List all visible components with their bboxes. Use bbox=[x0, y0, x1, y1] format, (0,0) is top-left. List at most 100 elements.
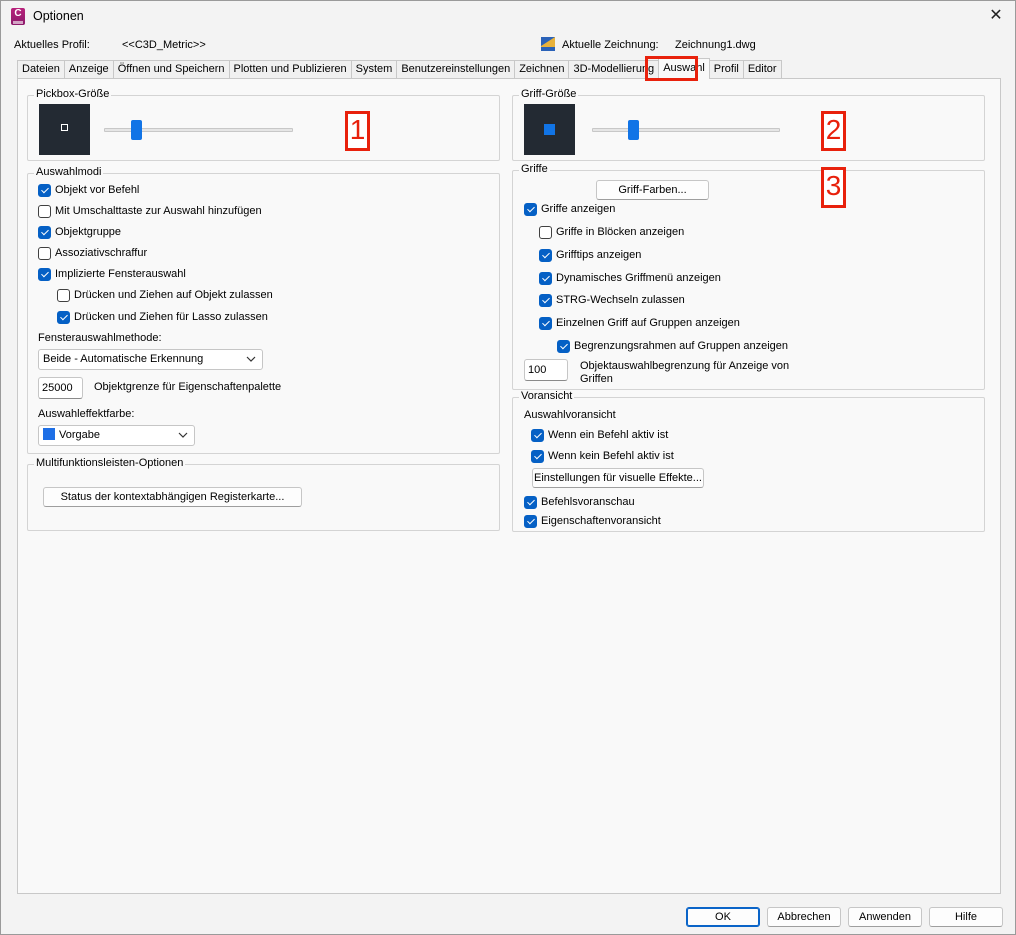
grip-preview bbox=[524, 104, 575, 155]
checkbox-label: Einzelnen Griff auf Gruppen anzeigen bbox=[556, 317, 740, 329]
marker-1: 1 bbox=[345, 111, 370, 151]
cb-druecken-ziehen-objekt[interactable]: Drücken und Ziehen auf Objekt zulassen bbox=[57, 287, 273, 303]
checkbox-label: Implizierte Fensterauswahl bbox=[55, 268, 186, 280]
color-swatch bbox=[43, 428, 55, 440]
effect-color-value: Vorgabe bbox=[59, 429, 100, 441]
checkbox[interactable] bbox=[524, 495, 537, 509]
checkbox[interactable] bbox=[524, 202, 537, 216]
cb-druecken-ziehen-lasso[interactable]: Drücken und Ziehen für Lasso zulassen bbox=[57, 309, 268, 325]
checkbox[interactable] bbox=[539, 225, 552, 239]
tab-system[interactable]: System bbox=[350, 60, 398, 79]
checkbox-label: Wenn ein Befehl aktiv ist bbox=[548, 429, 669, 441]
checkbox-label: Objektgruppe bbox=[55, 226, 122, 238]
checkbox[interactable] bbox=[531, 449, 544, 463]
window-method-select[interactable]: Beide - Automatische Erkennung bbox=[38, 349, 263, 370]
marker-3: 3 bbox=[821, 167, 846, 208]
profile-label: Aktuelles Profil: bbox=[14, 39, 90, 51]
tab-zeichnen[interactable]: Zeichnen bbox=[514, 60, 570, 79]
profile-value: <<C3D_Metric>> bbox=[122, 39, 206, 51]
drawing-icon bbox=[541, 37, 555, 51]
checkbox[interactable] bbox=[557, 339, 570, 353]
checkbox[interactable] bbox=[539, 248, 552, 262]
cb-implizierte-fensterauswahl[interactable]: Implizierte Fensterauswahl bbox=[38, 266, 186, 282]
checkbox-label: Grifftips anzeigen bbox=[556, 249, 642, 261]
effect-color-label: Auswahleffektfarbe: bbox=[38, 408, 135, 420]
tab-profil[interactable]: Profil bbox=[708, 60, 744, 79]
cb-griffe-in-bloecken[interactable]: Griffe in Blöcken anzeigen bbox=[539, 224, 684, 240]
checkbox-label: Drücken und Ziehen für Lasso zulassen bbox=[74, 311, 268, 323]
tab-dateien[interactable]: Dateien bbox=[17, 60, 65, 79]
grip-size-title: Griff-Größe bbox=[519, 88, 579, 100]
checkbox-label: Assoziativschraffur bbox=[55, 247, 148, 259]
cb-grifftips[interactable]: Grifftips anzeigen bbox=[539, 247, 641, 263]
tab-editor[interactable]: Editor bbox=[742, 60, 782, 79]
tab-anzeige[interactable]: Anzeige bbox=[63, 60, 114, 79]
pickbox-square bbox=[61, 124, 68, 131]
checkbox[interactable] bbox=[524, 514, 537, 528]
object-limit-input[interactable]: 25000 bbox=[38, 377, 83, 399]
cb-befehl-aktiv[interactable]: Wenn ein Befehl aktiv ist bbox=[531, 427, 668, 443]
checkbox[interactable] bbox=[38, 225, 51, 239]
checkbox-label: STRG-Wechseln zulassen bbox=[556, 294, 685, 306]
checkbox[interactable] bbox=[539, 271, 552, 285]
marker-2: 2 bbox=[821, 111, 846, 151]
cb-objektgruppe[interactable]: Objektgruppe bbox=[38, 224, 121, 240]
pickbox-preview bbox=[39, 104, 90, 155]
cb-objekt-vor-befehl[interactable]: Objekt vor Befehl bbox=[38, 182, 139, 198]
grip-limit-input[interactable]: 100 bbox=[524, 359, 568, 381]
checkbox-label: Mit Umschalttaste zur Auswahl hinzufügen bbox=[55, 205, 262, 217]
cancel-button[interactable]: Abbrechen bbox=[767, 907, 841, 927]
checkbox-label: Eigenschaftenvoransicht bbox=[541, 515, 661, 527]
checkbox[interactable] bbox=[38, 204, 51, 218]
visual-effects-button[interactable]: Einstellungen für visuelle Effekte... bbox=[532, 468, 704, 488]
close-icon[interactable]: ✕ bbox=[985, 5, 1007, 27]
cb-dynamisches-griffmenue[interactable]: Dynamisches Griffmenü anzeigen bbox=[539, 270, 721, 286]
checkbox-label: Drücken und Ziehen auf Objekt zulassen bbox=[74, 289, 273, 301]
checkbox[interactable] bbox=[539, 293, 552, 307]
contextual-tab-state-button[interactable]: Status der kontextabhängigen Registerkar… bbox=[43, 487, 302, 507]
cb-assoziativschraffur[interactable]: Assoziativschraffur bbox=[38, 245, 147, 261]
ribbon-options-group: Multifunktionsleisten-Optionen Status de… bbox=[27, 457, 500, 531]
checkbox[interactable] bbox=[539, 316, 552, 330]
cb-befehlsvoranschau[interactable]: Befehlsvoranschau bbox=[524, 494, 635, 510]
checkbox[interactable] bbox=[38, 267, 51, 281]
checkbox[interactable] bbox=[38, 246, 51, 260]
checkbox-label: Befehlsvoranschau bbox=[541, 496, 635, 508]
grip-slider-thumb[interactable] bbox=[628, 120, 639, 140]
cb-griffe-anzeigen[interactable]: Griffe anzeigen bbox=[524, 201, 615, 217]
window-method-value: Beide - Automatische Erkennung bbox=[43, 353, 204, 365]
window-title: Optionen bbox=[33, 9, 84, 23]
ok-button[interactable]: OK bbox=[686, 907, 760, 927]
cb-strg-wechseln[interactable]: STRG-Wechseln zulassen bbox=[539, 292, 685, 308]
cb-begrenzungsrahmen[interactable]: Begrenzungsrahmen auf Gruppen anzeigen bbox=[557, 338, 788, 354]
checkbox-label: Dynamisches Griffmenü anzeigen bbox=[556, 272, 721, 284]
checkbox[interactable] bbox=[38, 183, 51, 197]
checkbox-label: Begrenzungsrahmen auf Gruppen anzeigen bbox=[574, 340, 789, 352]
preview-group: Voransicht Auswahlvoransicht Wenn ein Be… bbox=[512, 390, 985, 532]
app-icon: C bbox=[11, 8, 25, 25]
grips-group: Griffe Griff-Farben... Griffe anzeigen G… bbox=[512, 163, 985, 390]
apply-button[interactable]: Anwenden bbox=[848, 907, 922, 927]
cb-einzelnen-griff[interactable]: Einzelnen Griff auf Gruppen anzeigen bbox=[539, 315, 740, 331]
tab-benutzereinstellungen[interactable]: Benutzereinstellungen bbox=[396, 60, 516, 79]
tab-plotten[interactable]: Plotten und Publizieren bbox=[228, 60, 352, 79]
tab-oeffnen-speichern[interactable]: Öffnen und Speichern bbox=[112, 60, 230, 79]
cb-kein-befehl-aktiv[interactable]: Wenn kein Befehl aktiv ist bbox=[531, 448, 674, 464]
pickbox-title: Pickbox-Größe bbox=[34, 88, 112, 100]
selection-modes-group: Auswahlmodi Objekt vor Befehl Mit Umscha… bbox=[27, 166, 500, 454]
pickbox-slider-thumb[interactable] bbox=[131, 120, 142, 140]
grip-limit-label-line2: Griffen bbox=[580, 373, 613, 385]
cb-umschalttaste[interactable]: Mit Umschalttaste zur Auswahl hinzufügen bbox=[38, 203, 262, 219]
grip-colors-button[interactable]: Griff-Farben... bbox=[596, 180, 709, 200]
checkbox[interactable] bbox=[57, 310, 70, 324]
help-button[interactable]: Hilfe bbox=[929, 907, 1003, 927]
preview-title: Voransicht bbox=[519, 390, 575, 402]
checkbox[interactable] bbox=[531, 428, 544, 442]
checkbox-label: Objekt vor Befehl bbox=[55, 184, 140, 196]
grip-size-group: Griff-Größe bbox=[512, 88, 985, 161]
cb-eigenschaftenvoransicht[interactable]: Eigenschaftenvoransicht bbox=[524, 513, 661, 529]
grip-slider-track[interactable] bbox=[592, 128, 780, 132]
window-method-label: Fensterauswahlmethode: bbox=[38, 332, 162, 344]
checkbox[interactable] bbox=[57, 288, 70, 302]
effect-color-select[interactable]: Vorgabe bbox=[38, 425, 195, 446]
